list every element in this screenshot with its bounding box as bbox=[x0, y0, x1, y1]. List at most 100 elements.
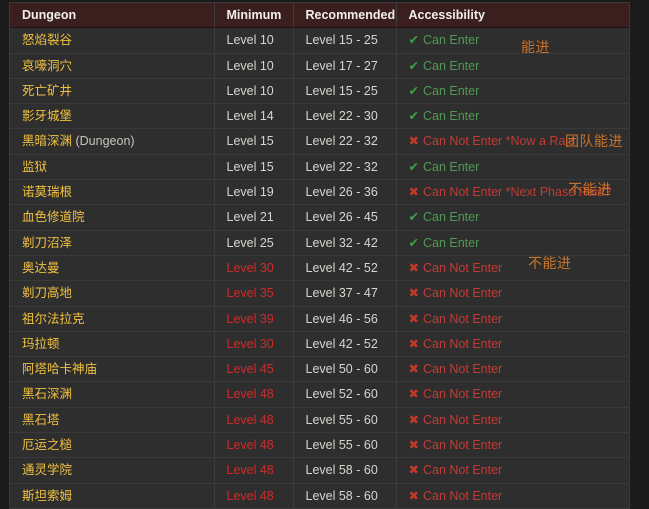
accessibility-text: Can Enter bbox=[423, 33, 479, 47]
cell-accessibility: ✖ Can Not Enter *Next Phase Raid? bbox=[396, 180, 629, 205]
dungeon-name-text: 死亡矿井 bbox=[22, 84, 72, 98]
accessibility-text: Can Enter bbox=[423, 236, 479, 250]
cell-minimum-level: Level 10 bbox=[214, 28, 293, 53]
cell-minimum-level: Level 21 bbox=[214, 205, 293, 230]
table-row[interactable]: 监狱Level 15Level 22 - 32✔Can Enter bbox=[10, 154, 629, 179]
cell-accessibility: ✖Can Not Enter *Now a Raid bbox=[396, 129, 629, 154]
check-icon: ✔ bbox=[409, 109, 419, 123]
cell-recommended-level: Level 26 - 36 bbox=[293, 180, 396, 205]
cell-dungeon-name: 死亡矿井 bbox=[10, 78, 214, 103]
cross-icon: ✖ bbox=[409, 312, 419, 326]
dungeon-name-text: 哀嚎洞穴 bbox=[22, 59, 72, 73]
cell-dungeon-name: 黑暗深渊 (Dungeon) bbox=[10, 129, 214, 154]
cross-icon: ✖ bbox=[409, 489, 419, 503]
access-denied: ✖Can Not Enter bbox=[409, 362, 503, 376]
table-row[interactable]: 诺莫瑞根Level 19Level 26 - 36✖Can Not Enter … bbox=[10, 180, 629, 205]
accessibility-text: Can Not Enter *Next Phase Raid? bbox=[423, 185, 611, 199]
table-row[interactable]: 通灵学院Level 48Level 58 - 60✖Can Not Enter bbox=[10, 458, 629, 483]
cell-accessibility: ✖ Can Not Enter bbox=[396, 306, 629, 331]
table-row[interactable]: 影牙城堡Level 14Level 22 - 30✔Can Enter bbox=[10, 104, 629, 129]
cross-icon: ✖ bbox=[409, 463, 419, 477]
table-header-row: Dungeon Minimum Recommended Accessibilit… bbox=[10, 3, 629, 28]
access-denied: ✖Can Not Enter bbox=[409, 261, 503, 275]
accessibility-text: Can Enter bbox=[423, 160, 479, 174]
table-row[interactable]: 奥达曼Level 30Level 42 - 52✖Can Not Enter bbox=[10, 255, 629, 280]
accessibility-text: Can Enter bbox=[423, 59, 479, 73]
dungeon-table: Dungeon Minimum Recommended Accessibilit… bbox=[10, 3, 629, 509]
cell-accessibility: ✔Can Enter bbox=[396, 154, 629, 179]
column-header-minimum[interactable]: Minimum bbox=[214, 3, 293, 28]
accessibility-text: Can Not Enter bbox=[423, 337, 502, 351]
cell-accessibility: ✖Can Not Enter bbox=[396, 331, 629, 356]
cell-recommended-level: Level 42 - 52 bbox=[293, 255, 396, 280]
accessibility-text: Can Not Enter bbox=[423, 261, 502, 275]
cell-accessibility: ✔ Can Enter bbox=[396, 28, 629, 53]
access-allowed: ✔ Can Enter bbox=[409, 59, 480, 73]
cell-recommended-level: Level 52 - 60 bbox=[293, 382, 396, 407]
dungeon-name-suffix: (Dungeon) bbox=[72, 134, 135, 148]
table-row[interactable]: 黑石深渊Level 48Level 52 - 60✖Can Not Enter bbox=[10, 382, 629, 407]
cell-recommended-level: Level 17 - 27 bbox=[293, 53, 396, 78]
column-header-dungeon[interactable]: Dungeon bbox=[10, 3, 214, 28]
cell-dungeon-name: 剃刀沼泽 bbox=[10, 230, 214, 255]
cross-icon: ✖ bbox=[409, 185, 419, 199]
dungeon-table-container: Dungeon Minimum Recommended Accessibilit… bbox=[10, 3, 629, 509]
dungeon-name-text: 通灵学院 bbox=[22, 463, 72, 477]
column-header-accessibility[interactable]: Accessibility bbox=[396, 3, 629, 28]
table-row[interactable]: 血色修道院Level 21Level 26 - 45✔Can Enter bbox=[10, 205, 629, 230]
accessibility-text: Can Not Enter bbox=[423, 438, 502, 452]
access-allowed: ✔Can Enter bbox=[409, 160, 480, 174]
cell-dungeon-name: 影牙城堡 bbox=[10, 104, 214, 129]
check-icon: ✔ bbox=[409, 59, 419, 73]
dungeon-name-text: 黑暗深渊 bbox=[22, 134, 72, 148]
cell-dungeon-name: 通灵学院 bbox=[10, 458, 214, 483]
cell-dungeon-name: 黑石塔 bbox=[10, 407, 214, 432]
cell-minimum-level: Level 48 bbox=[214, 407, 293, 432]
cell-recommended-level: Level 58 - 60 bbox=[293, 483, 396, 508]
check-icon: ✔ bbox=[409, 84, 419, 98]
cell-recommended-level: Level 37 - 47 bbox=[293, 281, 396, 306]
cell-dungeon-name: 奥达曼 bbox=[10, 255, 214, 280]
cell-dungeon-name: 阿塔哈卡神庙 bbox=[10, 357, 214, 382]
cell-dungeon-name: 监狱 bbox=[10, 154, 214, 179]
cell-recommended-level: Level 55 - 60 bbox=[293, 407, 396, 432]
cell-minimum-level: Level 39 bbox=[214, 306, 293, 331]
table-row[interactable]: 厄运之槌Level 48Level 55 - 60✖Can Not Enter bbox=[10, 433, 629, 458]
access-denied: ✖Can Not Enter bbox=[409, 337, 503, 351]
cell-minimum-level: Level 48 bbox=[214, 433, 293, 458]
dungeon-name-text: 监狱 bbox=[22, 160, 47, 174]
table-row[interactable]: 剃刀沼泽Level 25Level 32 - 42✔Can Enter bbox=[10, 230, 629, 255]
dungeon-name-text: 阿塔哈卡神庙 bbox=[22, 362, 97, 376]
dungeon-name-text: 剃刀高地 bbox=[22, 286, 72, 300]
accessibility-text: Can Not Enter bbox=[423, 312, 502, 326]
accessibility-text: Can Not Enter bbox=[423, 387, 502, 401]
dungeon-name-text: 影牙城堡 bbox=[22, 109, 72, 123]
table-row[interactable]: 黑暗深渊 (Dungeon)Level 15Level 22 - 32✖Can … bbox=[10, 129, 629, 154]
table-row[interactable]: 祖尔法拉克Level 39Level 46 - 56✖Can Not Enter bbox=[10, 306, 629, 331]
check-icon: ✔ bbox=[409, 33, 419, 47]
table-row[interactable]: 哀嚎洞穴Level 10Level 17 - 27✔Can Enter bbox=[10, 53, 629, 78]
access-denied: ✖ Can Not Enter bbox=[409, 312, 503, 326]
cell-recommended-level: Level 22 - 32 bbox=[293, 129, 396, 154]
accessibility-text: Can Enter bbox=[423, 109, 479, 123]
dungeon-name-text: 斯坦索姆 bbox=[22, 489, 72, 503]
table-row[interactable]: 阿塔哈卡神庙Level 45Level 50 - 60✖Can Not Ente… bbox=[10, 357, 629, 382]
cell-minimum-level: Level 15 bbox=[214, 129, 293, 154]
table-row[interactable]: 剃刀高地Level 35Level 37 - 47✖Can Not Enter bbox=[10, 281, 629, 306]
table-row[interactable]: 玛拉顿Level 30Level 42 - 52✖Can Not Enter bbox=[10, 331, 629, 356]
table-body: 怒焰裂谷Level 10Level 15 - 25✔Can Enter哀嚎洞穴L… bbox=[10, 28, 629, 509]
cell-recommended-level: Level 55 - 60 bbox=[293, 433, 396, 458]
cell-dungeon-name: 怒焰裂谷 bbox=[10, 28, 214, 53]
column-header-recommended[interactable]: Recommended bbox=[293, 3, 396, 28]
table-row[interactable]: 黑石塔Level 48Level 55 - 60✖Can Not Enter bbox=[10, 407, 629, 432]
cell-dungeon-name: 祖尔法拉克 bbox=[10, 306, 214, 331]
cross-icon: ✖ bbox=[409, 438, 419, 452]
table-row[interactable]: 斯坦索姆Level 48Level 58 - 60✖Can Not Enter bbox=[10, 483, 629, 508]
cell-accessibility: ✖Can Not Enter bbox=[396, 483, 629, 508]
cell-minimum-level: Level 35 bbox=[214, 281, 293, 306]
table-row[interactable]: 怒焰裂谷Level 10Level 15 - 25✔Can Enter bbox=[10, 28, 629, 53]
accessibility-text: Can Enter bbox=[423, 210, 479, 224]
cross-icon: ✖ bbox=[409, 387, 419, 401]
check-icon: ✔ bbox=[409, 210, 419, 224]
table-row[interactable]: 死亡矿井Level 10Level 15 - 25✔Can Enter bbox=[10, 78, 629, 103]
